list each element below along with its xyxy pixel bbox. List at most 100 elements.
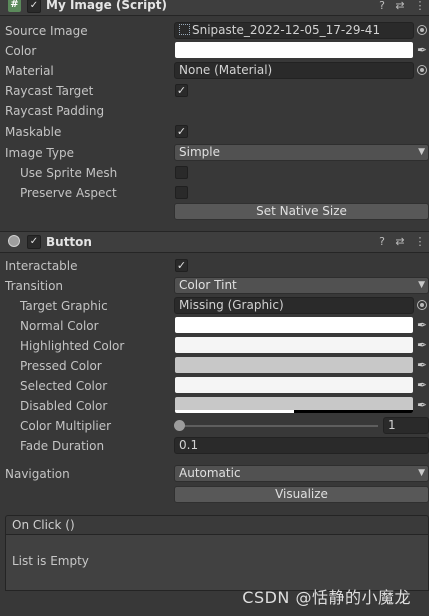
color-label: Color (5, 44, 37, 58)
visualize-button[interactable]: Visualize (174, 486, 429, 503)
target-graphic-label: Target Graphic (20, 299, 108, 313)
source-image-row: Source Image Snipaste_2022-12-05_17-29-4… (0, 21, 429, 41)
highlighted-color-row: Highlighted Color ✒ (0, 336, 429, 356)
source-image-label: Source Image (5, 24, 88, 38)
script-icon: # (8, 0, 21, 12)
button-component-header[interactable]: ✓ Button ? ⇄ ⋮ (0, 231, 429, 253)
disabled-color-row: Disabled Color ✒ (0, 396, 429, 416)
color-swatch[interactable] (175, 42, 413, 58)
pressed-color-row: Pressed Color ✒ (0, 356, 429, 376)
on-click-list-body: List is Empty (5, 535, 429, 591)
transition-dropdown[interactable]: Color Tint ▼ (174, 277, 429, 294)
target-graphic-row: Target Graphic Missing (Graphic) (0, 296, 429, 316)
color-multiplier-input[interactable]: 1 (383, 417, 429, 434)
image-component-header[interactable]: # ✓ My Image (Script) ? ⇄ ⋮ (0, 0, 429, 16)
raycast-padding-label[interactable]: Raycast Padding (5, 104, 104, 118)
highlighted-color-swatch[interactable] (175, 337, 413, 353)
image-type-value: Simple (179, 145, 220, 159)
help-icon[interactable]: ? (375, 0, 389, 15)
interactable-checkbox[interactable]: ✓ (175, 259, 188, 272)
source-image-field[interactable]: Snipaste_2022-12-05_17-29-41 (174, 22, 414, 39)
presets-icon[interactable]: ⇄ (393, 233, 407, 251)
transition-row: Transition Color Tint ▼ (0, 276, 429, 296)
pressed-color-label: Pressed Color (20, 359, 102, 373)
watermark: CSDN @恬静的小魔龙 (242, 588, 411, 607)
selected-color-row: Selected Color ✒ (0, 376, 429, 396)
navigation-dropdown[interactable]: Automatic ▼ (174, 465, 429, 482)
sprite-icon (179, 24, 190, 35)
use-sprite-mesh-checkbox[interactable] (175, 166, 188, 179)
presets-icon[interactable]: ⇄ (393, 0, 407, 15)
target-graphic-field[interactable]: Missing (Graphic) (174, 297, 414, 314)
fade-duration-row: Fade Duration 0.1 (0, 436, 429, 456)
maskable-checkbox[interactable]: ✓ (175, 125, 188, 138)
preserve-aspect-label: Preserve Aspect (20, 186, 117, 200)
list-empty-text: List is Empty (12, 554, 89, 568)
image-type-label: Image Type (5, 146, 74, 160)
maskable-row: Maskable ✓ (0, 122, 429, 142)
source-image-value: Snipaste_2022-12-05_17-29-41 (192, 23, 381, 37)
image-component-title: My Image (Script) (46, 0, 167, 12)
dropdown-arrow-icon: ▼ (418, 468, 425, 478)
set-native-size-row: Set Native Size (0, 202, 429, 222)
eyedropper-icon[interactable]: ✒ (417, 378, 429, 392)
fade-duration-input[interactable]: 0.1 (174, 437, 429, 454)
eyedropper-icon[interactable]: ✒ (417, 398, 429, 412)
interactable-label: Interactable (5, 259, 78, 273)
help-icon[interactable]: ? (375, 233, 389, 251)
disabled-color-label: Disabled Color (20, 399, 108, 413)
maskable-label: Maskable (5, 125, 62, 139)
navigation-label: Navigation (5, 467, 70, 481)
normal-color-swatch[interactable] (175, 317, 413, 333)
raycast-target-row: Raycast Target ✓ (0, 81, 429, 101)
navigation-value: Automatic (179, 466, 241, 480)
eyedropper-icon[interactable]: ✒ (417, 338, 429, 352)
material-field[interactable]: None (Material) (174, 62, 414, 79)
on-click-event-list: On Click () List is Empty (5, 515, 429, 591)
navigation-row: Navigation Automatic ▼ (0, 464, 429, 484)
menu-icon[interactable]: ⋮ (413, 233, 427, 251)
button-component-icon (8, 235, 20, 247)
color-multiplier-label: Color Multiplier (20, 419, 112, 433)
color-multiplier-row: Color Multiplier 1 (0, 416, 429, 436)
visualize-row: Visualize (0, 485, 429, 505)
normal-color-label: Normal Color (20, 319, 99, 333)
object-picker-icon[interactable] (417, 25, 427, 35)
eyedropper-icon[interactable]: ✒ (417, 43, 429, 57)
raycast-padding-row[interactable]: Raycast Padding (0, 101, 429, 121)
preserve-aspect-row: Preserve Aspect (0, 183, 429, 203)
transition-label: Transition (5, 279, 64, 293)
disabled-color-swatch[interactable] (175, 397, 413, 413)
eyedropper-icon[interactable]: ✒ (417, 318, 429, 332)
image-type-row: Image Type Simple ▼ (0, 143, 429, 163)
selected-color-swatch[interactable] (175, 377, 413, 393)
raycast-target-label: Raycast Target (5, 84, 94, 98)
eyedropper-icon[interactable]: ✒ (417, 358, 429, 372)
button-component-title: Button (46, 235, 92, 249)
button-enabled-checkbox[interactable]: ✓ (27, 235, 41, 249)
image-enabled-checkbox[interactable]: ✓ (27, 0, 41, 13)
image-type-dropdown[interactable]: Simple ▼ (174, 144, 429, 161)
fade-duration-label: Fade Duration (20, 439, 105, 453)
selected-color-label: Selected Color (20, 379, 108, 393)
dropdown-arrow-icon: ▼ (418, 280, 425, 290)
material-row: Material None (Material) (0, 61, 429, 81)
menu-icon[interactable]: ⋮ (413, 0, 427, 15)
set-native-size-button[interactable]: Set Native Size (174, 203, 429, 220)
transition-value: Color Tint (179, 278, 237, 292)
alpha-bar (175, 410, 294, 413)
preserve-aspect-checkbox[interactable] (175, 186, 188, 199)
material-label: Material (5, 64, 54, 78)
color-row: Color ✒ (0, 41, 429, 61)
use-sprite-mesh-row: Use Sprite Mesh (0, 163, 429, 183)
use-sprite-mesh-label: Use Sprite Mesh (20, 166, 118, 180)
color-multiplier-slider-thumb[interactable] (174, 420, 185, 431)
object-picker-icon[interactable] (417, 300, 427, 310)
object-picker-icon[interactable] (417, 65, 427, 75)
color-multiplier-slider-track[interactable] (180, 425, 378, 427)
interactable-row: Interactable ✓ (0, 256, 429, 276)
on-click-header: On Click () (5, 515, 429, 535)
dropdown-arrow-icon: ▼ (418, 147, 425, 157)
pressed-color-swatch[interactable] (175, 357, 413, 373)
raycast-target-checkbox[interactable]: ✓ (175, 84, 188, 97)
